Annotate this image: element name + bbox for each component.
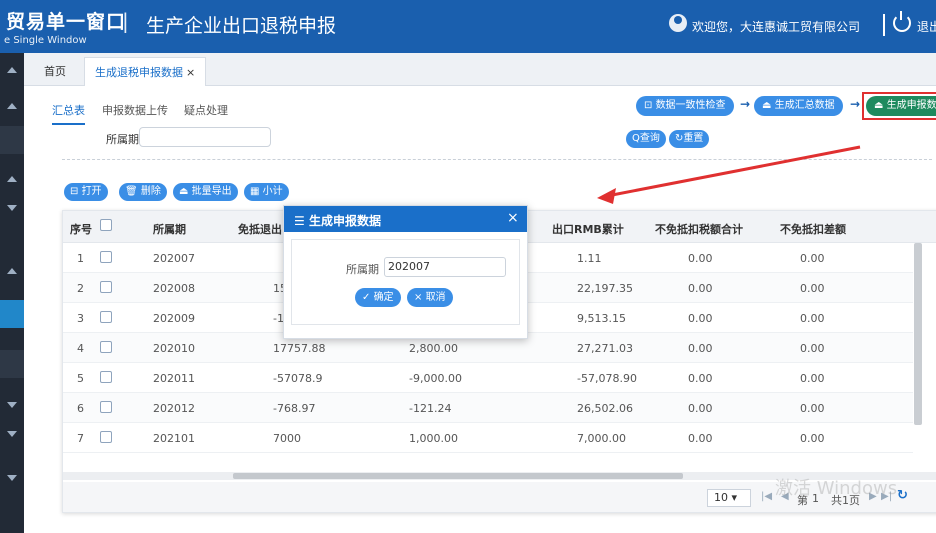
modal-title: ☰ 生成申报数据 bbox=[294, 214, 381, 228]
modal-close-icon[interactable]: × bbox=[507, 210, 519, 226]
check-icon: ✓ bbox=[362, 292, 374, 303]
menu-icon: ☰ bbox=[294, 214, 309, 228]
annotation-arrow-head bbox=[597, 188, 616, 204]
modal-period-input[interactable]: 202007 bbox=[384, 257, 506, 277]
cancel-button[interactable]: × 取消 bbox=[407, 288, 453, 307]
modal-header: ☰ 生成申报数据 × bbox=[284, 206, 527, 232]
modal-body: 所属期 202007 ✓ 确定 × 取消 bbox=[291, 239, 520, 325]
confirm-button[interactable]: ✓ 确定 bbox=[355, 288, 401, 307]
generate-modal: ☰ 生成申报数据 × 所属期 202007 ✓ 确定 × 取消 bbox=[283, 205, 528, 339]
close-icon: × bbox=[414, 292, 426, 303]
modal-period-label: 所属期 bbox=[346, 263, 379, 276]
annotation-arrow-line bbox=[606, 145, 861, 198]
